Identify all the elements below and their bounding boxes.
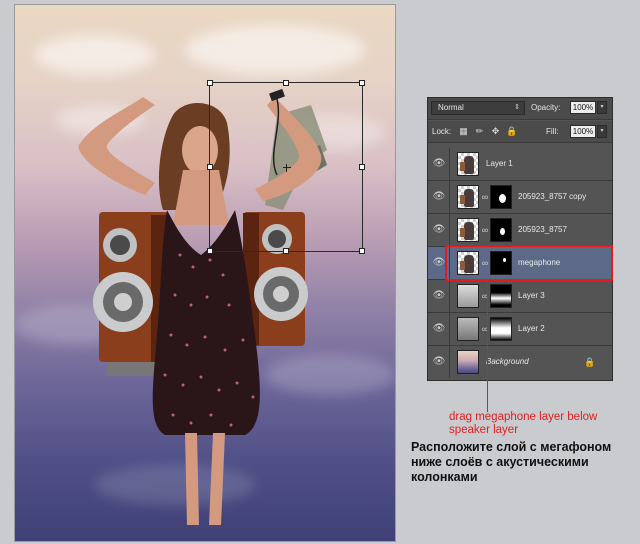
layer-name: 205923_8757 <box>518 225 567 234</box>
transform-handle-middle-left[interactable] <box>207 164 213 170</box>
layer-thumbnail <box>457 218 479 242</box>
fill-label: Fill: <box>546 127 559 136</box>
divider <box>449 181 450 213</box>
divider <box>449 313 450 345</box>
eye-icon[interactable]: 👁 <box>432 191 446 203</box>
annotation-russian: Расположите слой с мегафоном ниже слоёв … <box>411 440 612 484</box>
divider <box>449 148 450 180</box>
annotation-english: drag megaphone layer below speaker layer <box>449 411 598 436</box>
chain-link-icon[interactable]: ∞ <box>481 225 489 235</box>
divider <box>449 346 450 378</box>
layer-row-layer-1[interactable]: 👁 Layer 1 <box>428 148 612 181</box>
opacity-input[interactable]: 100% <box>570 101 596 114</box>
blend-mode-value: Normal <box>438 103 464 112</box>
layer-mask-thumbnail[interactable] <box>490 284 512 308</box>
layer-row-background[interactable]: 👁 Background 🔒 <box>428 346 612 380</box>
fill-dropdown-button[interactable]: ▾ <box>597 125 607 138</box>
layer-name: Layer 3 <box>518 291 545 300</box>
layer-row-205923-8757[interactable]: 👁 ∞ 205923_8757 <box>428 214 612 247</box>
transform-handle-bottom-left[interactable] <box>207 248 213 254</box>
transform-handle-bottom-center[interactable] <box>283 248 289 254</box>
eye-icon[interactable]: 👁 <box>432 158 446 170</box>
free-transform-box[interactable] <box>207 80 365 254</box>
eye-icon[interactable]: 👁 <box>432 224 446 236</box>
layer-thumbnail <box>457 284 479 308</box>
padlock-icon[interactable]: 🔒 <box>506 126 517 137</box>
blend-mode-select[interactable]: Normal ⇕ <box>431 101 525 115</box>
chain-link-icon[interactable]: ∞ <box>481 192 489 202</box>
layer-name: Background <box>486 357 529 366</box>
padlock-icon: 🔒 <box>584 357 596 367</box>
transform-handle-top-center[interactable] <box>283 80 289 86</box>
layer-name: Layer 1 <box>486 159 513 168</box>
divider <box>449 214 450 246</box>
layer-thumbnail <box>457 350 479 374</box>
layer-row-layer-2[interactable]: 👁 ∞ Layer 2 <box>428 313 612 346</box>
annotation-pointer-line <box>487 282 488 412</box>
eye-icon[interactable]: 👁 <box>432 323 446 335</box>
megaphone-layer-highlight <box>445 245 613 281</box>
document-canvas[interactable] <box>14 4 396 542</box>
opacity-label: Opacity: <box>531 103 561 112</box>
brush-lock-icon[interactable]: ✏ <box>474 126 485 137</box>
opacity-dropdown-button[interactable]: ▾ <box>597 101 607 114</box>
eye-icon[interactable]: 👁 <box>432 290 446 302</box>
layers-panel: Normal ⇕ Opacity: 100% ▾ Lock: ▦ ✏ ✥ 🔒 F… <box>427 97 613 381</box>
layer-thumbnail <box>457 317 479 341</box>
layer-row-layer-3[interactable]: 👁 ∞ Layer 3 <box>428 280 612 313</box>
transform-reference-point[interactable] <box>283 164 291 172</box>
updown-arrow-icon: ⇕ <box>514 104 520 111</box>
checkerboard-lock-icon[interactable]: ▦ <box>458 126 469 137</box>
transform-handle-middle-right[interactable] <box>359 164 365 170</box>
layer-mask-thumbnail[interactable] <box>490 185 512 209</box>
eye-icon[interactable]: 👁 <box>432 356 446 368</box>
lock-label: Lock: <box>432 127 452 136</box>
move-lock-icon[interactable]: ✥ <box>490 126 501 137</box>
transform-handle-top-left[interactable] <box>207 80 213 86</box>
layer-thumbnail <box>457 185 479 209</box>
transform-handle-bottom-right[interactable] <box>359 248 365 254</box>
layer-name: Layer 2 <box>518 324 545 333</box>
eye-icon[interactable]: 👁 <box>432 257 446 269</box>
fill-input[interactable]: 100% <box>570 125 596 138</box>
blend-opacity-row: Normal ⇕ Opacity: 100% ▾ <box>428 98 612 120</box>
layer-thumbnail <box>457 152 479 176</box>
divider <box>449 280 450 312</box>
layer-mask-thumbnail[interactable] <box>490 317 512 341</box>
layer-row-205923-8757-copy[interactable]: 👁 ∞ 205923_8757 copy <box>428 181 612 214</box>
layer-mask-thumbnail[interactable] <box>490 218 512 242</box>
transform-handle-top-right[interactable] <box>359 80 365 86</box>
layer-name: 205923_8757 copy <box>518 192 587 201</box>
lock-fill-row: Lock: ▦ ✏ ✥ 🔒 Fill: 100% ▾ <box>428 121 612 143</box>
